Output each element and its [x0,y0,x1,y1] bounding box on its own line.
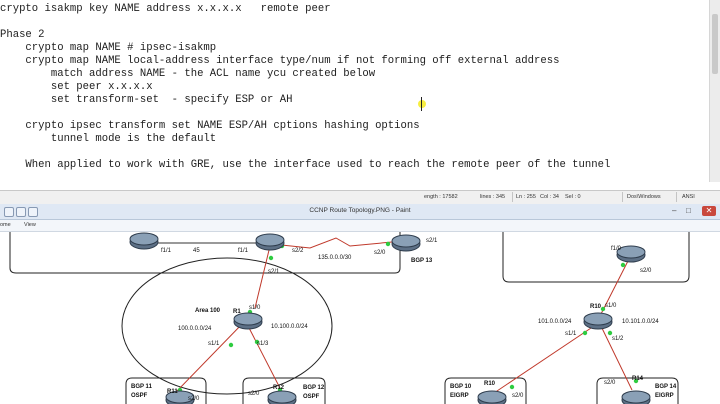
editor-line: set transform-set - specify ESP or AH [0,94,293,106]
label-r10: R10 [484,381,496,387]
label-bgp14: BGP 14 [655,384,677,390]
close-button[interactable]: ✕ [702,206,716,216]
label-r1: R1 [233,309,241,315]
scrollbar-thumb[interactable] [712,14,718,74]
label-eigrp: EIGRP [450,393,469,399]
top-left-as-box [9,232,401,274]
vertical-scrollbar[interactable] [709,0,720,182]
label-s1-3: s1/3 [257,341,269,347]
label-f1-1: f1/1 [238,248,249,254]
router-icon [477,390,507,404]
label-s1-1: s1/1 [565,331,577,337]
label-network: 100.0.0.0/24 [178,326,212,332]
label-s1-0: s1/0 [249,305,261,311]
router-icon [616,245,646,263]
editor-status-bar: ength : 17582 lines : 345 Ln : 255 Col :… [0,190,720,204]
label-f1-0: f1/0 [611,246,622,252]
label-s2-1: s2/1 [268,269,280,275]
top-right-as-box [502,232,690,283]
minimize-button[interactable]: – [672,206,676,216]
link-r1-r11 [175,321,245,393]
label-s2-0: s2/0 [640,268,652,274]
label-eigrp: EIGRP [655,393,674,399]
label-bgp13: BGP 13 [411,258,433,264]
paint-canvas[interactable]: f1/1 45 f1/1 s2/2 s2/1 135.0.0.0/30 s2/0… [0,232,720,404]
label-bgp10: BGP 10 [450,384,472,390]
mouse-cursor-highlight [418,97,426,111]
label-network: 135.0.0.0/30 [318,255,352,261]
label-area-100: Area 100 [195,308,221,314]
router-icon [129,232,159,250]
link-r1-r12 [245,321,283,393]
editor-line: match address NAME - the ACL name ycu cr… [0,68,376,80]
status-length: ength : 17582 [424,194,458,200]
label-s2-0: s2/0 [248,391,260,397]
label-s1-2: s1/2 [612,336,624,342]
label-bgp12: BGP 12 [303,385,325,391]
label-f1-1: f1/1 [161,248,172,254]
label-network: 101.0.0.0/24 [538,319,572,325]
editor-text-area[interactable]: crypto isakmp key NAME address x.x.x.x r… [0,0,700,180]
status-ln: Ln : 255 [516,194,536,200]
status-sel: Sel : 0 [565,194,581,200]
status-col: Col : 34 [540,194,559,200]
paint-ribbon-tabs: ome View [0,220,720,232]
router-icon [267,390,297,404]
editor-line: When applied to work with GRE, use the i… [0,159,611,171]
router-icon [621,390,651,404]
label-r10: R10 [590,304,602,310]
label-bgp11: BGP 11 [131,384,153,390]
editor-line: tunnel mode is the default [0,133,217,145]
status-eol: Dos\Windows [627,194,661,200]
router-icon [233,312,263,330]
tab-home[interactable]: ome [0,222,11,228]
paint-window-title: CCNP Route Topology.PNG - Paint [309,207,411,214]
editor-line: crypto map NAME local-address interface … [0,55,560,67]
editor-line: crypto map NAME # ipsec-isakmp [0,42,217,54]
paint-title-bar[interactable]: CCNP Route Topology.PNG - Paint – □ ✕ [0,204,720,220]
label-r11: R11 [167,389,178,395]
label-network: 10.100.0.0/24 [271,324,308,330]
label-network: 10.101.0.0/24 [622,319,659,325]
status-encoding: ANSI [682,194,695,200]
maximize-button[interactable]: □ [686,206,691,216]
editor-line: crypto ipsec transform set NAME ESP/AH c… [0,120,420,132]
text-editor-window[interactable]: crypto isakmp key NAME address x.x.x.x r… [0,0,720,190]
link-top-r1 [254,245,271,309]
label-s2-0: s2/0 [604,380,616,386]
label-s2-1: s2/1 [426,238,438,244]
editor-line: set peer x.x.x.x [0,81,153,93]
label-r14: R14 [632,376,644,382]
router-icon [391,234,421,252]
label-r12: R12 [273,385,285,391]
label-s2-0: s2/0 [188,396,200,402]
status-lines: lines : 345 [480,194,506,200]
link-r10-bgp10 [493,323,598,394]
tab-view[interactable]: View [24,222,36,228]
label-ospf: OSPF [131,393,148,399]
link-to-bgp13 [271,237,393,249]
label-s1-0: s1/0 [605,303,617,309]
router-icon [255,233,285,251]
editor-line: crypto isakmp key NAME address x.x.x.x r… [0,3,331,15]
editor-line: Phase 2 [0,29,45,41]
label-s2-0: s2/0 [512,393,524,399]
label-ospf: OSPF [303,394,320,400]
topology-diagram: f1/1 45 f1/1 s2/2 s2/1 135.0.0.0/30 s2/0… [9,232,690,404]
label-s1-1: s1/1 [208,341,220,347]
label-s2-0: s2/0 [374,250,386,256]
label-45: 45 [193,248,200,254]
router-icon [583,312,613,330]
label-s2-2: s2/2 [292,248,304,254]
